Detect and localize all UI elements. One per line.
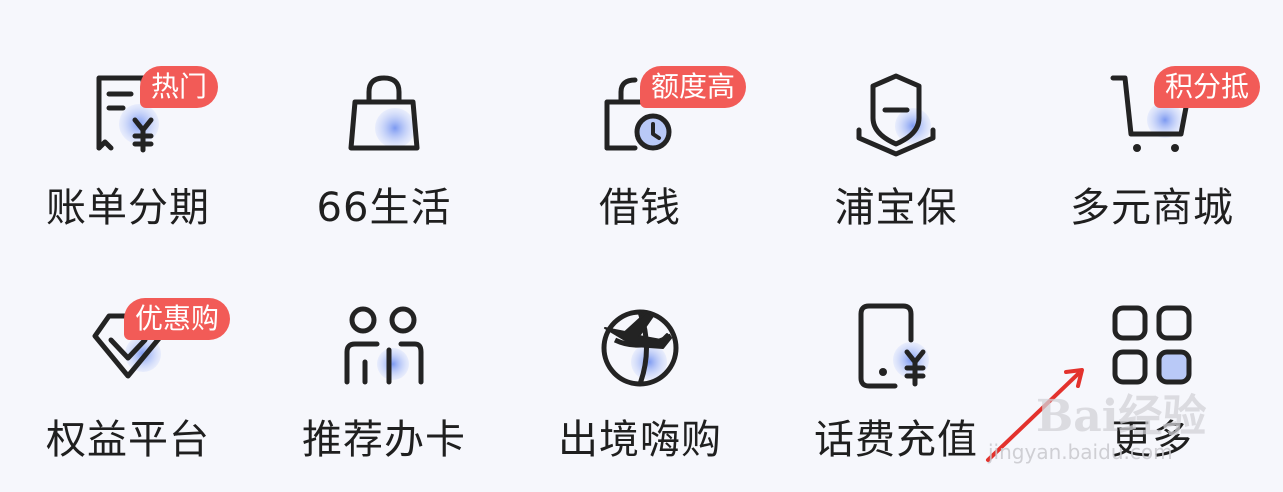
menu-item-label: 66生活 xyxy=(316,185,452,231)
menu-item-label: 推荐办卡 xyxy=(302,417,466,463)
menu-item-borrow[interactable]: 额度高 借钱 xyxy=(512,0,768,231)
globe-plane-icon xyxy=(595,300,685,390)
menu-item-recommend-card[interactable]: 推荐办卡 xyxy=(256,232,512,463)
menu-item-label: 权益平台 xyxy=(46,417,210,463)
menu-item-label: 借钱 xyxy=(599,185,681,231)
menu-item-label: 账单分期 xyxy=(46,185,210,231)
hot-badge: 热门 xyxy=(140,66,219,108)
menu-item-bill-installment[interactable]: 热门 账单分期 xyxy=(0,0,256,231)
menu-item-label: 出境嗨购 xyxy=(558,417,722,463)
shield-icon xyxy=(851,68,941,158)
points-badge: 积分抵 xyxy=(1154,66,1261,108)
menu-item-pubaobao[interactable]: 浦宝保 xyxy=(768,0,1024,231)
high-limit-badge: 额度高 xyxy=(640,66,747,108)
grid-icon xyxy=(1107,300,1197,390)
service-grid: 热门 账单分期 66生活 额度高 借钱 浦宝保 积分抵 多元商城 优惠购 权益平… xyxy=(0,0,1283,492)
menu-item-benefits[interactable]: 优惠购 权益平台 xyxy=(0,232,256,463)
menu-item-label: 浦宝保 xyxy=(834,185,958,231)
menu-item-66-life[interactable]: 66生活 xyxy=(256,0,512,231)
menu-item-mall[interactable]: 积分抵 多元商城 xyxy=(1024,0,1280,231)
phone-yen-icon xyxy=(851,300,941,390)
menu-item-phone-recharge[interactable]: 话费充值 xyxy=(768,232,1024,463)
menu-item-overseas-shopping[interactable]: 出境嗨购 xyxy=(512,232,768,463)
menu-item-label: 话费充值 xyxy=(814,417,978,463)
discount-badge: 优惠购 xyxy=(124,298,231,340)
people-icon xyxy=(339,300,429,390)
shopping-bag-icon xyxy=(339,68,429,158)
menu-item-label: 更多 xyxy=(1111,417,1193,463)
menu-item-more[interactable]: 更多 xyxy=(1024,232,1280,463)
menu-item-label: 多元商城 xyxy=(1070,185,1234,231)
